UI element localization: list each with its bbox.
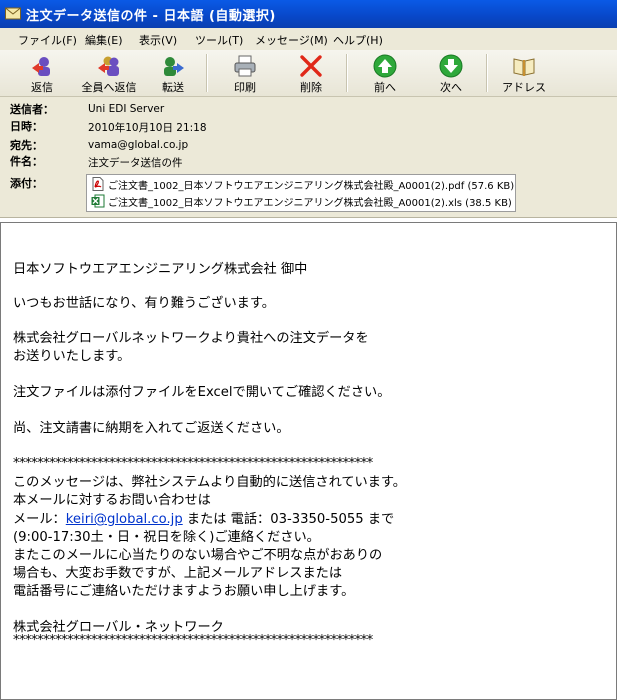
envelope-icon: [5, 7, 21, 20]
addresses-button[interactable]: アドレス: [498, 52, 550, 94]
menu-edit[interactable]: 編集(E): [85, 32, 123, 48]
toolbar-separator: [486, 54, 488, 92]
body-line: いつもお世話になり、有り難うございます。: [13, 296, 275, 311]
excel-icon: [91, 194, 105, 208]
reply-button[interactable]: 返信: [20, 52, 64, 94]
to-value: vama@global.co.jp: [88, 139, 189, 151]
delete-button[interactable]: 削除: [288, 52, 334, 94]
menu-file[interactable]: ファイル(F): [18, 32, 77, 48]
attachment-name-pdf: ご注文書_1002_日本ソフトウエアエンジニアリング株式会社殿_A0001(2)…: [108, 181, 515, 192]
date-value: 2010年10月10日 21:18: [88, 122, 207, 134]
subject-value: 注文データ送信の件: [88, 157, 183, 169]
window-title: 注文データ送信の件 - 日本語 (自動選択): [26, 9, 276, 24]
body-line: 尚、注文請書に納期を入れてご返送ください。: [13, 421, 290, 436]
reply-icon: [32, 57, 50, 76]
attach-label: 添付：: [10, 177, 43, 190]
body-line: 場合も、大変お手数ですが、上記メールアドレスまたは: [13, 566, 343, 581]
forward-label: 転送: [162, 81, 184, 94]
body-line: お送りいたします。: [13, 349, 131, 364]
body-line: 注文ファイルは添付ファイルをExcelで開いてご確認ください。: [13, 385, 391, 400]
body-line: (9:00-17:30土・日・祝日を除く)ご連絡ください。: [13, 530, 320, 545]
separator-line: ****************************************…: [13, 633, 373, 648]
attachment-name-xls: ご注文書_1002_日本ソフトウエアエンジニアリング株式会社殿_A0001(2)…: [108, 198, 512, 209]
toolbar: 返信 全員へ返信 転送 印刷 削除 前へ 次へ アドレス: [0, 50, 617, 97]
subject-label: 件名：: [10, 155, 43, 168]
menu-tools[interactable]: ツール(T): [195, 32, 243, 48]
reply-all-label: 全員へ返信: [81, 81, 137, 94]
title-bar: 注文データ送信の件 - 日本語 (自動選択): [0, 0, 617, 28]
forward-button[interactable]: 転送: [150, 52, 196, 94]
next-label: 次へ: [440, 81, 462, 94]
menu-help[interactable]: ヘルプ(H): [333, 32, 383, 48]
reply-all-icon: [98, 56, 119, 76]
from-value: Uni EDI Server: [88, 103, 165, 115]
attachment-list: ご注文書_1002_日本ソフトウエアエンジニアリング株式会社殿_A0001(2)…: [86, 174, 516, 212]
to-label: 宛先：: [10, 139, 43, 152]
addresses-label: アドレス: [502, 81, 546, 94]
menu-bar: ファイル(F) 編集(E) 表示(V) ツール(T) メッセージ(M) ヘルプ(…: [0, 28, 617, 51]
body-line: 本メールに対するお問い合わせは: [13, 493, 211, 508]
toolbar-separator: [346, 54, 348, 92]
reply-label: 返信: [31, 81, 53, 94]
print-button[interactable]: 印刷: [222, 52, 268, 94]
pdf-icon: [92, 177, 104, 191]
address-book-icon: [513, 58, 535, 76]
body-line: 株式会社グローバルネットワークより貴社への注文データを: [13, 331, 369, 346]
previous-label: 前へ: [374, 81, 396, 94]
toolbar-separator: [206, 54, 208, 92]
mail-suffix: または 電話：03-3350-5055 まで: [182, 512, 395, 527]
menu-view[interactable]: 表示(V): [139, 32, 177, 48]
printer-icon: [234, 55, 256, 77]
body-line: このメッセージは、弊社システムより自動的に送信されています。: [13, 475, 406, 490]
forward-icon: [164, 57, 184, 76]
delete-label: 削除: [300, 81, 322, 94]
menu-message[interactable]: メッセージ(M): [255, 32, 328, 48]
date-label: 日時：: [10, 120, 43, 133]
body-line: 日本ソフトウエアエンジニアリング株式会社 御中: [13, 262, 308, 277]
next-button[interactable]: 次へ: [428, 52, 474, 94]
delete-x-icon: [300, 55, 322, 77]
mail-prefix: メール：: [13, 512, 66, 527]
body-line: 電話番号にご連絡いただけますようお願い申し上げます。: [13, 584, 355, 599]
from-label: 送信者：: [10, 103, 54, 116]
email-link[interactable]: keiri@global.co.jp: [66, 512, 183, 527]
arrow-down-icon: [439, 54, 463, 78]
message-body[interactable]: 日本ソフトウエアエンジニアリング株式会社 御中 いつもお世話になり、有り難うござ…: [0, 222, 617, 700]
previous-button[interactable]: 前へ: [362, 52, 408, 94]
print-label: 印刷: [234, 81, 256, 94]
contact-line: メール：keiri@global.co.jp または 電話：03-3350-50…: [13, 508, 394, 527]
separator-line: ****************************************…: [13, 456, 373, 471]
reply-all-button[interactable]: 全員へ返信: [76, 52, 142, 94]
body-line: またこのメールに心当たりのない場合やご不明な点がおありの: [13, 548, 383, 563]
arrow-up-icon: [373, 54, 397, 78]
